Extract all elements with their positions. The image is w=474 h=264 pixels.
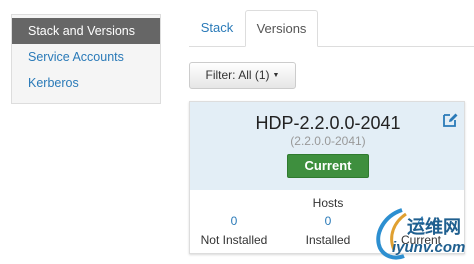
installed-label: Installed: [305, 233, 351, 247]
sidebar-item-stack-and-versions[interactable]: Stack and Versions: [12, 18, 160, 44]
tab-stack[interactable]: Stack: [189, 10, 245, 47]
watermark-text-cn: 运维网: [407, 217, 461, 237]
version-subtitle: (2.2.0.0-2041): [290, 134, 366, 148]
filter-dropdown-button[interactable]: Filter: All (1) ▼: [189, 62, 296, 89]
version-title: HDP-2.2.0.0-2041: [255, 113, 401, 133]
watermark-text-en: iyunv.com: [392, 239, 466, 256]
not-installed-count-link[interactable]: 0: [194, 214, 274, 228]
not-installed-label: Not Installed: [200, 233, 268, 247]
installed-count-link[interactable]: 0: [288, 214, 368, 228]
caret-down-icon: ▼: [272, 72, 280, 80]
sidebar-item-service-accounts[interactable]: Service Accounts: [12, 44, 160, 70]
tab-versions[interactable]: Versions: [245, 10, 318, 47]
sidebar-nav: Stack and Versions Service Accounts Kerb…: [11, 14, 161, 104]
current-status-button[interactable]: Current: [287, 154, 369, 178]
edit-icon[interactable]: [441, 111, 459, 129]
watermark: 运维网 iyunv.com: [372, 206, 474, 264]
filter-label: Filter: All (1): [205, 68, 270, 82]
sidebar-item-kerberos[interactable]: Kerberos: [12, 70, 160, 96]
